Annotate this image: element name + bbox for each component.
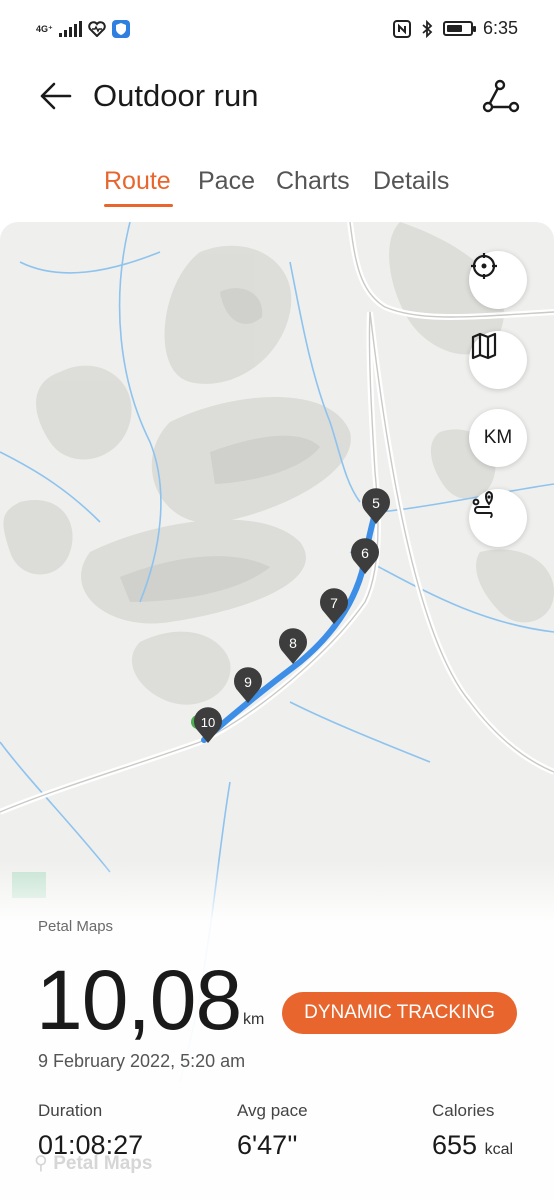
route-share-icon: [482, 79, 520, 113]
locate-button[interactable]: [469, 251, 527, 309]
tab-charts[interactable]: Charts: [276, 166, 350, 196]
tab-details[interactable]: Details: [373, 166, 449, 196]
network-type: 4G⁺: [36, 23, 53, 34]
route-share-button[interactable]: [480, 76, 520, 116]
km-marker-8-label: 8: [289, 635, 297, 651]
heart-health-icon: [88, 21, 106, 37]
tab-bar: Route Pace Charts Details: [0, 158, 554, 208]
km-marker-7-label: 7: [330, 595, 338, 611]
tab-pace[interactable]: Pace: [198, 166, 255, 196]
km-marker-9-label: 9: [244, 674, 252, 690]
duration-label: Duration: [38, 1101, 103, 1120]
distance-unit: km: [243, 1011, 265, 1028]
avg-pace-value: 6'47'': [237, 1130, 298, 1160]
distance-value: 10,08: [36, 953, 242, 1047]
status-right: 6:35: [392, 18, 518, 39]
map-layers-icon: [471, 332, 497, 360]
km-marker-6[interactable]: 6: [349, 536, 381, 576]
duration-value: 01:08:27: [38, 1130, 144, 1160]
map-layers-button[interactable]: [469, 331, 527, 389]
battery-level: [446, 25, 462, 32]
km-marker-8[interactable]: 8: [277, 626, 309, 666]
km-marker-6-label: 6: [361, 545, 369, 561]
dynamic-tracking-button[interactable]: DYNAMIC TRACKING: [282, 992, 517, 1034]
shield-app-icon: [111, 20, 130, 38]
calories-unit: kcal: [484, 1141, 514, 1158]
km-toggle-button[interactable]: KM: [469, 409, 527, 467]
clock: 6:35: [482, 18, 518, 38]
status-bar: 4G⁺ 6:35: [0, 0, 554, 62]
active-tab-indicator: [104, 204, 173, 207]
signal-icon: [58, 21, 82, 37]
locate-icon: [471, 253, 497, 279]
battery-icon: [442, 21, 476, 36]
calories-label: Calories: [432, 1101, 495, 1120]
km-marker-7[interactable]: 7: [318, 586, 350, 626]
km-marker-5[interactable]: 5: [360, 486, 392, 526]
calories-value: 655: [432, 1130, 478, 1160]
km-marker-10-label: 10: [201, 715, 215, 730]
tab-route[interactable]: Route: [104, 166, 171, 196]
back-button[interactable]: [36, 76, 76, 116]
km-marker-10[interactable]: 10: [192, 705, 224, 745]
nfc-icon: [392, 19, 411, 38]
map-provider-label: Petal Maps: [38, 918, 114, 935]
page-title: Outdoor run: [93, 78, 259, 113]
route-pin-button[interactable]: [469, 489, 527, 547]
route-pin-icon: [472, 490, 493, 518]
km-marker-9[interactable]: 9: [232, 665, 264, 705]
avg-pace-label: Avg pace: [237, 1101, 308, 1120]
app-header: Outdoor run: [0, 62, 554, 132]
back-arrow-icon: [40, 82, 72, 110]
run-date: 9 February 2022, 5:20 am: [38, 1051, 246, 1071]
bluetooth-icon: [422, 19, 433, 38]
km-marker-5-label: 5: [372, 495, 380, 511]
calories-stat: 655 kcal: [432, 1128, 513, 1167]
status-left: 4G⁺: [36, 20, 130, 38]
